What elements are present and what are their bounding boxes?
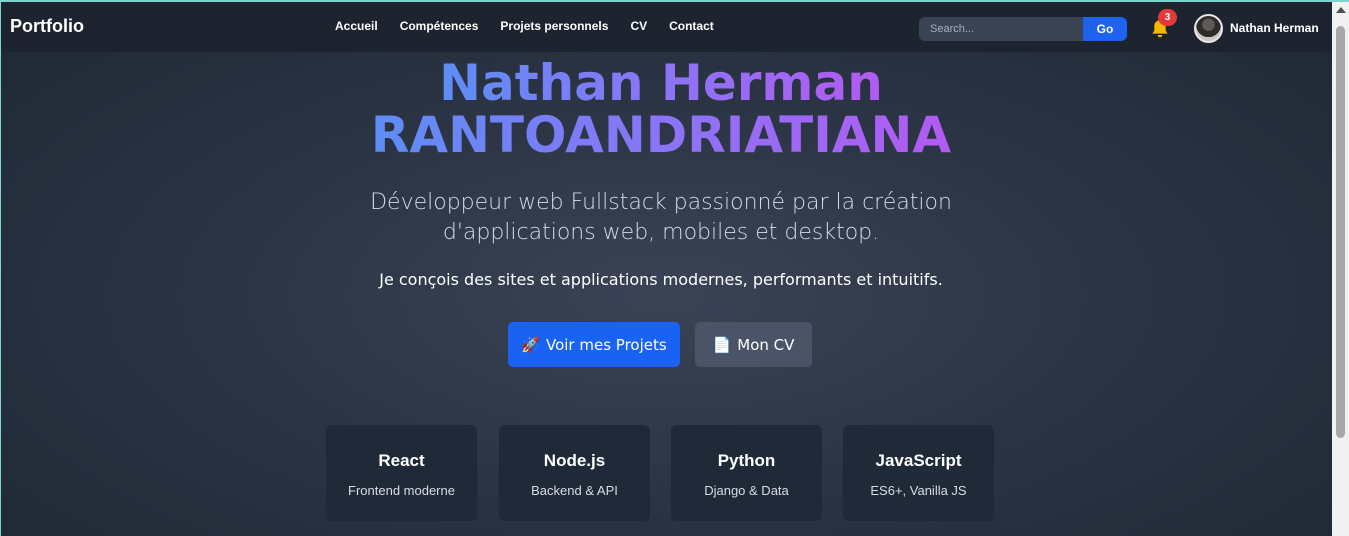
nav-links: Accueil Compétences Projets personnels C…	[335, 19, 736, 33]
skill-card-python: Python Django & Data	[671, 425, 822, 521]
nav-link-cv[interactable]: CV	[630, 19, 647, 33]
search-form: Go	[919, 17, 1127, 41]
scroll-up-arrow-icon[interactable]	[1336, 7, 1346, 13]
view-projects-label: Voir mes Projets	[545, 335, 667, 354]
skill-card-description: ES6+, Vanilla JS	[870, 483, 967, 498]
nav-link-accueil[interactable]: Accueil	[335, 19, 378, 33]
skill-card-react: React Frontend moderne	[326, 425, 477, 521]
search-button[interactable]: Go	[1083, 17, 1127, 41]
page: Portfolio Accueil Compétences Projets pe…	[1, 2, 1332, 536]
navbar: Portfolio Accueil Compétences Projets pe…	[1, 2, 1332, 52]
skill-card-nodejs: Node.js Backend & API	[499, 425, 650, 521]
nav-link-projets[interactable]: Projets personnels	[500, 19, 608, 33]
page-scrollbar[interactable]	[1332, 2, 1349, 536]
user-name[interactable]: Nathan Herman	[1230, 21, 1319, 35]
avatar[interactable]	[1194, 14, 1223, 43]
scrollbar-thumb[interactable]	[1336, 26, 1345, 438]
search-input[interactable]	[919, 17, 1083, 41]
skill-card-javascript: JavaScript ES6+, Vanilla JS	[843, 425, 994, 521]
skill-card-title: React	[378, 451, 425, 470]
skill-card-title: JavaScript	[875, 451, 962, 470]
skill-card-description: Frontend moderne	[348, 483, 455, 498]
notification-badge: 3	[1158, 9, 1177, 26]
skill-card-title: Node.js	[543, 451, 606, 470]
brand-logo[interactable]: Portfolio	[10, 16, 84, 37]
nav-link-contact[interactable]: Contact	[669, 19, 714, 33]
cv-button[interactable]: 📄 Mon CV	[695, 322, 812, 367]
hero-tagline: Je conçois des sites et applications mod…	[379, 270, 943, 289]
skill-card-description: Django & Data	[704, 483, 789, 498]
view-projects-button[interactable]: 🚀 Voir mes Projets	[508, 322, 680, 367]
hero-title: Nathan Herman RANTOANDRIATIANA	[1, 57, 1321, 161]
skill-card-description: Backend & API	[531, 483, 618, 498]
cv-button-label: Mon CV	[737, 335, 795, 354]
nav-link-competences[interactable]: Compétences	[400, 19, 479, 33]
skill-card-title: Python	[717, 451, 776, 470]
hero-name-line2: RANTOANDRIATIANA	[370, 106, 952, 164]
hero-subtitle: Développeur web Fullstack passionné par …	[370, 190, 952, 245]
hero-name-line1: Nathan Herman	[439, 54, 883, 112]
document-icon: 📄	[712, 335, 732, 354]
rocket-icon: 🚀	[521, 335, 540, 354]
